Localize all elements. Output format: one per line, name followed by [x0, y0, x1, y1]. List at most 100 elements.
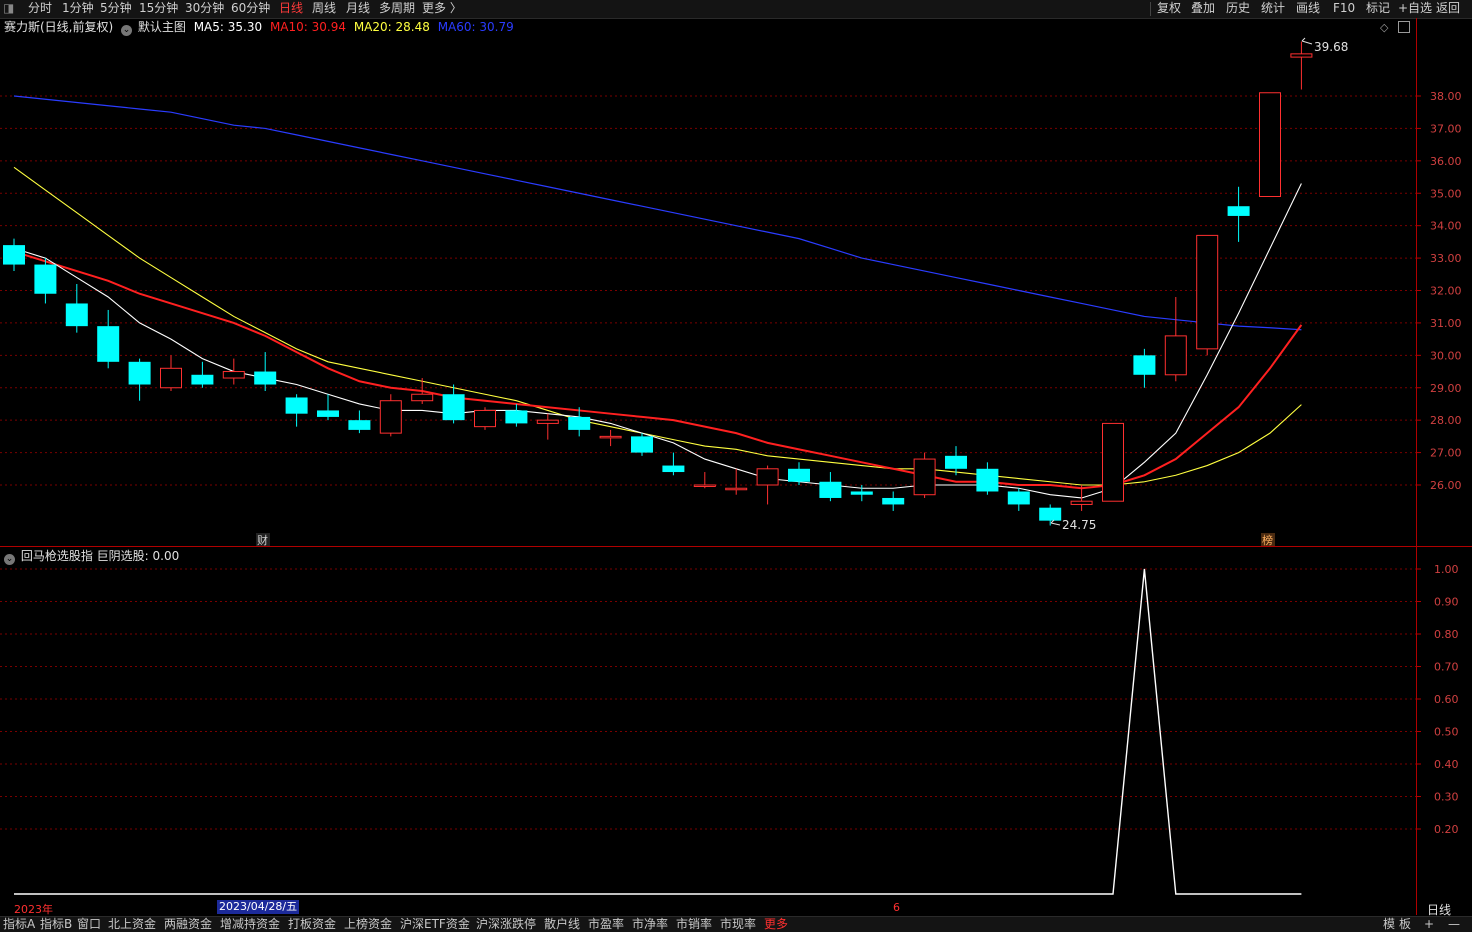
high-price-label: 39.68 — [1314, 40, 1348, 54]
tab-pe[interactable]: 市盈率 — [588, 917, 624, 932]
zoom-in-button[interactable]: + — [1424, 917, 1434, 932]
candle-body-up — [536, 419, 559, 424]
price-tick-label: 29.00 — [1430, 382, 1462, 395]
candle-body-down — [505, 410, 528, 424]
candle-body-down — [976, 468, 999, 492]
template-button[interactable]: 模 — [1383, 917, 1395, 932]
price-tick-label: 33.00 — [1430, 252, 1462, 265]
price-tick-label: 32.00 — [1430, 285, 1462, 298]
candle-body-down — [34, 264, 57, 294]
candle-body-down — [254, 371, 277, 385]
price-tick-label: 30.00 — [1430, 349, 1462, 362]
indicator-tick-label: 1.00 — [1434, 563, 1459, 576]
candle-body-up — [599, 435, 622, 439]
candle-body-down — [945, 455, 967, 469]
price-tick-label: 26.00 — [1430, 479, 1462, 492]
indicator-tick-label: 0.90 — [1434, 596, 1459, 609]
indicator-axis: 1.00 0.90 0.80 0.70 0.60 0.50 0.40 0.30 0.20 — [1416, 563, 1459, 836]
price-axis: 38.00 37.00 36.00 35.00 34.00 33.00 32.00 31.00… — [1416, 90, 1462, 492]
tab-northbound[interactable]: 北上资金 — [108, 917, 156, 932]
indicator-tick-label: 0.80 — [1434, 628, 1459, 641]
candle-body-down — [1133, 355, 1156, 375]
date-bar: 2023年 2023/04/28/五 6 — [0, 900, 1417, 916]
tab-indicator-a[interactable]: 指标A — [3, 917, 35, 932]
candle-body-up — [1070, 500, 1093, 505]
candle-body-down — [662, 465, 685, 473]
tab-ps[interactable]: 市销率 — [676, 917, 712, 932]
tab-holdings-change[interactable]: 增减持资金 — [220, 917, 280, 932]
bottom-tab-bar: 指标A 指标B 窗口 北上资金 两融资金 增减持资金 打板资金 上榜资金 沪深E… — [0, 916, 1472, 932]
tab-indicator-b[interactable]: 指标B — [40, 917, 72, 932]
candle-body-up — [756, 468, 779, 486]
low-price-label: 24.75 — [1062, 518, 1096, 532]
year-label: 2023年 — [14, 903, 53, 916]
candle-body-up — [1290, 53, 1313, 58]
indicator-line — [14, 568, 1302, 895]
tab-dragon-list-funds[interactable]: 上榜资金 — [344, 917, 392, 932]
candle-body-up — [474, 409, 496, 428]
price-tick-label: 28.00 — [1430, 414, 1462, 427]
candle-body-up — [160, 367, 182, 389]
tab-pcf[interactable]: 市现率 — [720, 917, 756, 932]
finance-event-mark[interactable]: 财 — [257, 533, 268, 547]
indicator-tick-label: 0.30 — [1434, 791, 1459, 804]
indicator-tick-label: 0.20 — [1434, 823, 1459, 836]
candle-body-up — [222, 371, 245, 379]
board-button[interactable]: 板 — [1399, 917, 1411, 932]
tab-margin[interactable]: 两融资金 — [164, 917, 212, 932]
candle-body-down — [3, 245, 25, 265]
price-tick-label: 34.00 — [1430, 220, 1462, 233]
candle-body-down — [191, 374, 214, 385]
candle-body-down — [819, 481, 842, 498]
candles — [3, 41, 1313, 526]
zoom-out-button[interactable]: — — [1448, 917, 1460, 932]
candle-body-up — [1196, 234, 1219, 350]
indicator-tick-label: 0.70 — [1434, 661, 1459, 674]
cursor-date-label: 2023/04/28/五 — [217, 900, 300, 914]
tab-etf-funds[interactable]: 沪深ETF资金 — [400, 917, 470, 932]
tab-limit-stats[interactable]: 沪深涨跌停 — [476, 917, 536, 932]
candle-body-down — [97, 326, 120, 362]
candle-body-up — [1259, 92, 1281, 197]
candle-body-up — [913, 458, 936, 496]
candle-body-down — [128, 361, 151, 385]
list-event-mark[interactable]: 榜 — [1262, 533, 1273, 547]
candle-body-up — [379, 400, 402, 434]
tab-pb[interactable]: 市净率 — [632, 917, 668, 932]
ma60-line — [13, 95, 1302, 331]
candle-body-down — [348, 420, 371, 430]
candle-body-up — [725, 487, 748, 491]
tab-limit-up-funds[interactable]: 打板资金 — [288, 917, 336, 932]
candle-body-down — [850, 491, 873, 495]
candle-body-down — [788, 468, 810, 482]
candle-body-down — [882, 497, 905, 505]
tab-window[interactable]: 窗口 — [77, 917, 101, 932]
candle-body-up — [411, 393, 434, 402]
price-tick-label: 31.00 — [1430, 317, 1462, 330]
indicator-tick-label: 0.50 — [1434, 726, 1459, 739]
candle-body-down — [285, 397, 308, 414]
candle-body-up — [693, 484, 716, 487]
tab-more[interactable]: 更多 — [764, 917, 788, 932]
indicator-tick-label: 0.40 — [1434, 758, 1459, 771]
candle-body-down — [317, 410, 339, 417]
kline-chart[interactable]: 38.00 37.00 36.00 35.00 34.00 33.00 32.00 31.00… — [0, 0, 1472, 931]
candle-body-down — [1227, 206, 1250, 216]
chart-grid — [0, 95, 1416, 830]
price-tick-label: 38.00 — [1430, 90, 1462, 103]
candle-body-down — [631, 436, 653, 453]
candle-body-down — [568, 416, 591, 430]
high-arrow-icon — [1301, 37, 1313, 45]
tab-retail-line[interactable]: 散户线 — [544, 917, 580, 932]
candle-body-down — [1039, 507, 1062, 521]
price-tick-label: 37.00 — [1430, 122, 1462, 135]
indicator-tick-label: 0.60 — [1434, 693, 1459, 706]
price-tick-label: 36.00 — [1430, 155, 1462, 168]
price-tick-label: 27.00 — [1430, 447, 1462, 460]
month-mark: 6 — [893, 901, 900, 914]
candle-body-down — [65, 303, 88, 327]
indicator-polyline — [14, 568, 1302, 895]
candle-body-up — [1164, 335, 1187, 376]
candle-body-down — [442, 394, 465, 421]
low-arrow-icon — [1050, 519, 1061, 526]
